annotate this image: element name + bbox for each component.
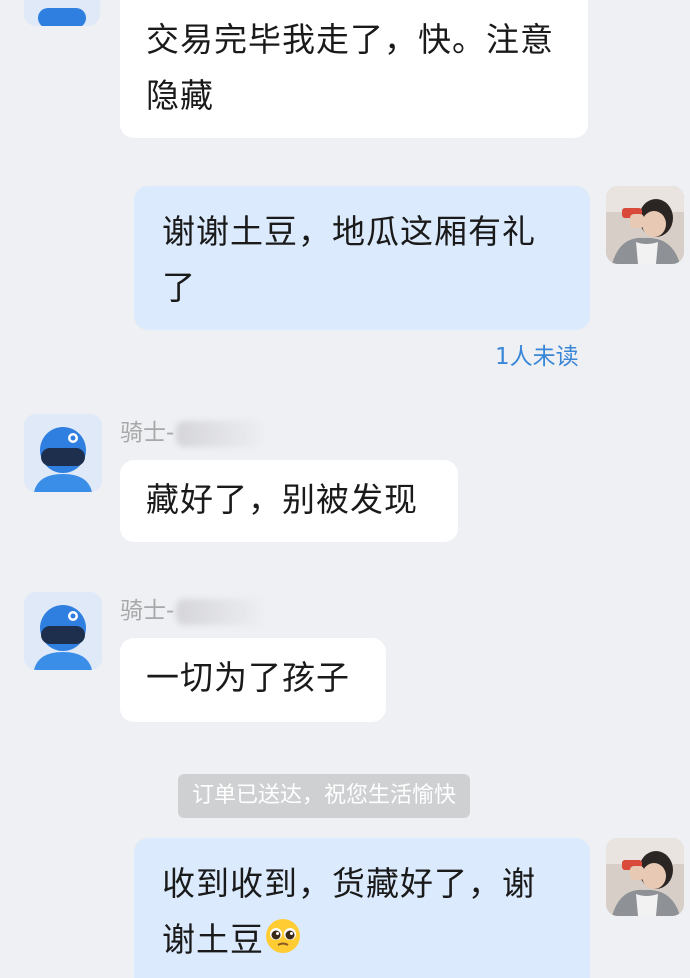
message-text: 一切为了孩子 <box>146 658 350 697</box>
rider-avatar[interactable] <box>24 414 102 492</box>
message-bubble-incoming[interactable]: 交易完毕我走了，快。注意隐藏 <box>120 0 588 138</box>
chat-thread: 交易完毕我走了，快。注意隐藏 谢谢土豆，地瓜这厢有礼了 1人未读 骑士- 藏好了… <box>0 0 690 978</box>
redacted-name <box>176 598 263 625</box>
redacted-name <box>176 420 263 447</box>
message-bubble-outgoing[interactable]: 收到收到，货藏好了，谢谢土豆 <box>134 838 590 978</box>
message-text: 收到收到，货藏好了，谢谢土豆 <box>162 864 536 959</box>
rider-avatar-icon <box>38 8 86 26</box>
rider-avatar[interactable] <box>24 592 102 670</box>
message-text: 谢谢土豆，地瓜这厢有礼了 <box>162 212 536 307</box>
message-bubble-incoming[interactable]: 一切为了孩子 <box>120 638 386 722</box>
rider-avatar-icon <box>24 592 102 670</box>
system-notice: 订单已送达，祝您生活愉快 <box>178 774 471 818</box>
user-avatar-photo <box>606 186 684 264</box>
message-bubble-outgoing[interactable]: 谢谢土豆，地瓜这厢有礼了 <box>134 186 590 330</box>
sender-name: 骑士- <box>120 596 263 626</box>
rider-avatar-icon <box>24 414 102 492</box>
user-avatar-photo <box>606 838 684 916</box>
message-bubble-incoming[interactable]: 藏好了，别被发现 <box>120 460 458 542</box>
pleading-face-emoji <box>266 919 300 953</box>
user-avatar[interactable] <box>606 838 684 916</box>
read-status: 1人未读 <box>495 344 579 370</box>
sender-name: 骑士- <box>120 418 263 448</box>
message-text: 藏好了，别被发现 <box>146 480 418 519</box>
message-text: 交易完毕我走了，快。注意隐藏 <box>146 20 554 115</box>
rider-avatar-top[interactable] <box>24 0 100 26</box>
user-avatar[interactable] <box>606 186 684 264</box>
